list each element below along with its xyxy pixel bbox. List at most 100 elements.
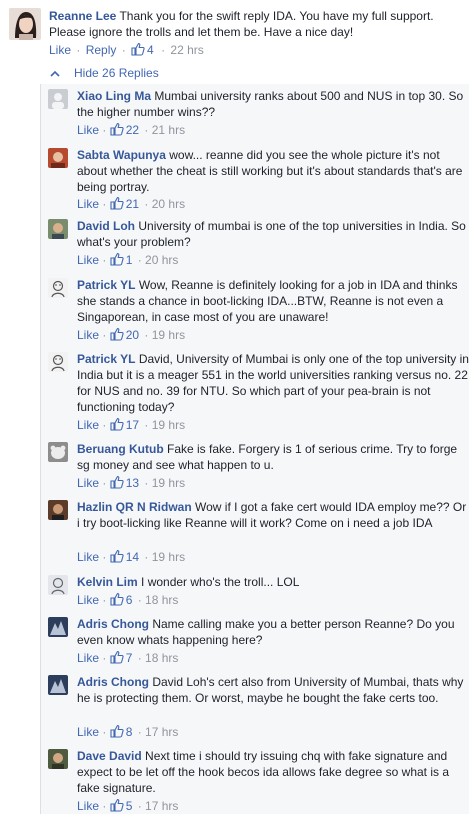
like-link[interactable]: Like	[77, 123, 99, 137]
reply-actions: Like · 1 · 20 hrs	[77, 252, 179, 269]
reply-author[interactable]: Patrick YL	[77, 352, 135, 366]
thumbs-up-icon	[110, 650, 124, 667]
reply-text: University of mumbai is one of the top u…	[77, 219, 466, 249]
reply-author[interactable]: Patrick YL	[77, 278, 135, 292]
timestamp[interactable]: 17 hrs	[145, 725, 178, 739]
reply-body: David Loh University of mumbai is one of…	[77, 218, 472, 250]
thumbs-up-icon	[110, 417, 124, 434]
reply-actions: Like · 6 · 18 hrs	[77, 592, 179, 609]
reply-body: Patrick YL Wow, Reanne is definitely loo…	[77, 277, 472, 325]
reply-text: Wow, Reanne is definitely looking for a …	[77, 278, 458, 324]
reply-actions: Like · 20 · 19 hrs	[77, 327, 186, 344]
avatar[interactable]	[48, 148, 68, 168]
like-count[interactable]: 13	[126, 476, 139, 490]
reply-actions: Like · 22 · 21 hrs	[77, 122, 186, 139]
like-count[interactable]: 5	[126, 799, 133, 813]
comment-body: Reanne Lee Thank you for the swift reply…	[49, 8, 469, 40]
avatar[interactable]	[48, 442, 68, 462]
reply-body: Adris Chong David Loh's cert also from U…	[77, 674, 472, 706]
hide-replies-label: Hide 26 Replies	[74, 66, 159, 80]
avatar[interactable]	[48, 575, 68, 595]
hide-replies-link[interactable]: Hide 26 Replies	[50, 66, 159, 80]
thumbs-up-icon	[110, 798, 124, 815]
timestamp[interactable]: 19 hrs	[152, 476, 185, 490]
thumbs-up-icon	[110, 592, 124, 609]
reply-body: Kelvin Lim I wonder who's the troll... L…	[77, 574, 472, 590]
thumbs-up-icon	[131, 42, 145, 59]
like-link[interactable]: Like	[49, 43, 71, 57]
timestamp[interactable]: 20 hrs	[145, 253, 178, 267]
timestamp[interactable]: 20 hrs	[152, 197, 185, 211]
reply-body: Patrick YL David, University of Mumbai i…	[77, 351, 472, 415]
like-count[interactable]: 1	[126, 253, 133, 267]
timestamp[interactable]: 18 hrs	[145, 593, 178, 607]
avatar[interactable]	[48, 89, 68, 109]
reply-body: Sabta Wapunya wow... reanne did you see …	[77, 147, 472, 195]
reply-actions: Like · 5 · 17 hrs	[77, 798, 179, 815]
reply-actions: Like · 8 · 17 hrs	[77, 724, 179, 739]
chevron-up-icon	[50, 66, 60, 80]
timestamp[interactable]: 18 hrs	[145, 651, 178, 665]
reply-actions: Like · 21 · 20 hrs	[77, 196, 186, 213]
reply-link[interactable]: Reply	[86, 43, 117, 57]
reply-actions: Like · 13 · 19 hrs	[77, 475, 186, 490]
like-count[interactable]: 14	[126, 550, 139, 564]
reply-author[interactable]: Sabta Wapunya	[77, 148, 166, 162]
like-link[interactable]: Like	[77, 197, 99, 211]
reply-author[interactable]: Xiao Ling Ma	[77, 89, 151, 103]
thumbs-up-icon	[110, 549, 124, 566]
avatar[interactable]	[48, 278, 68, 298]
like-link[interactable]: Like	[77, 476, 99, 490]
reply-body: Dave David Next time i should try issuin…	[77, 748, 472, 796]
like-link[interactable]: Like	[77, 328, 99, 342]
like-link[interactable]: Like	[77, 253, 99, 267]
thumbs-up-icon	[110, 122, 124, 139]
timestamp[interactable]: 22 hrs	[170, 43, 203, 57]
reply-author[interactable]: Beruang Kutub	[77, 442, 164, 456]
reply-author[interactable]: David Loh	[77, 219, 135, 233]
reply-author[interactable]: Kelvin Lim	[77, 575, 138, 589]
thumbs-up-icon	[110, 196, 124, 213]
reply-text: I wonder who's the troll... LOL	[137, 575, 300, 589]
like-count[interactable]: 7	[126, 651, 133, 665]
like-count[interactable]: 20	[126, 328, 139, 342]
like-count[interactable]: 6	[126, 593, 133, 607]
reply-author[interactable]: Hazlin QR N Ridwan	[77, 500, 192, 514]
reply-author[interactable]: Adris Chong	[77, 675, 149, 689]
like-link[interactable]: Like	[77, 651, 99, 665]
like-link[interactable]: Like	[77, 550, 99, 564]
avatar[interactable]	[9, 8, 41, 40]
reply-body: Xiao Ling Ma Mumbai university ranks abo…	[77, 88, 472, 120]
timestamp[interactable]: 19 hrs	[152, 550, 185, 564]
like-link[interactable]: Like	[77, 799, 99, 813]
timestamp[interactable]: 19 hrs	[152, 418, 185, 432]
like-count[interactable]: 21	[126, 197, 139, 211]
like-link[interactable]: Like	[77, 725, 99, 739]
like-link[interactable]: Like	[77, 593, 99, 607]
avatar[interactable]	[48, 675, 68, 695]
reply-text: David, University of Mumbai is only one …	[77, 352, 469, 414]
like-count[interactable]: 8	[126, 725, 133, 739]
like-count[interactable]: 17	[126, 418, 139, 432]
avatar[interactable]	[48, 617, 68, 637]
like-link[interactable]: Like	[77, 418, 99, 432]
avatar[interactable]	[48, 352, 68, 372]
timestamp[interactable]: 17 hrs	[145, 799, 178, 813]
like-count[interactable]: 4	[147, 43, 154, 57]
reply-actions: Like · 14 · 19 hrs	[77, 549, 186, 566]
thumbs-up-icon	[110, 327, 124, 344]
reply-body: Adris Chong Name calling make you a bett…	[77, 616, 472, 648]
thumbs-up-icon	[110, 252, 124, 269]
timestamp[interactable]: 21 hrs	[152, 123, 185, 137]
reply-author[interactable]: Dave David	[77, 749, 142, 763]
reply-body: Hazlin QR N Ridwan Wow if I got a fake c…	[77, 499, 472, 531]
reply-author[interactable]: Adris Chong	[77, 617, 149, 631]
reply-body: Beruang Kutub Fake is fake. Forgery is 1…	[77, 441, 472, 473]
like-count[interactable]: 22	[126, 123, 139, 137]
comment-author[interactable]: Reanne Lee	[49, 9, 116, 23]
top-comment: Reanne Lee Thank you for the swift reply…	[0, 0, 474, 62]
avatar[interactable]	[48, 500, 68, 520]
timestamp[interactable]: 19 hrs	[152, 328, 185, 342]
avatar[interactable]	[48, 219, 68, 239]
avatar[interactable]	[48, 749, 68, 769]
